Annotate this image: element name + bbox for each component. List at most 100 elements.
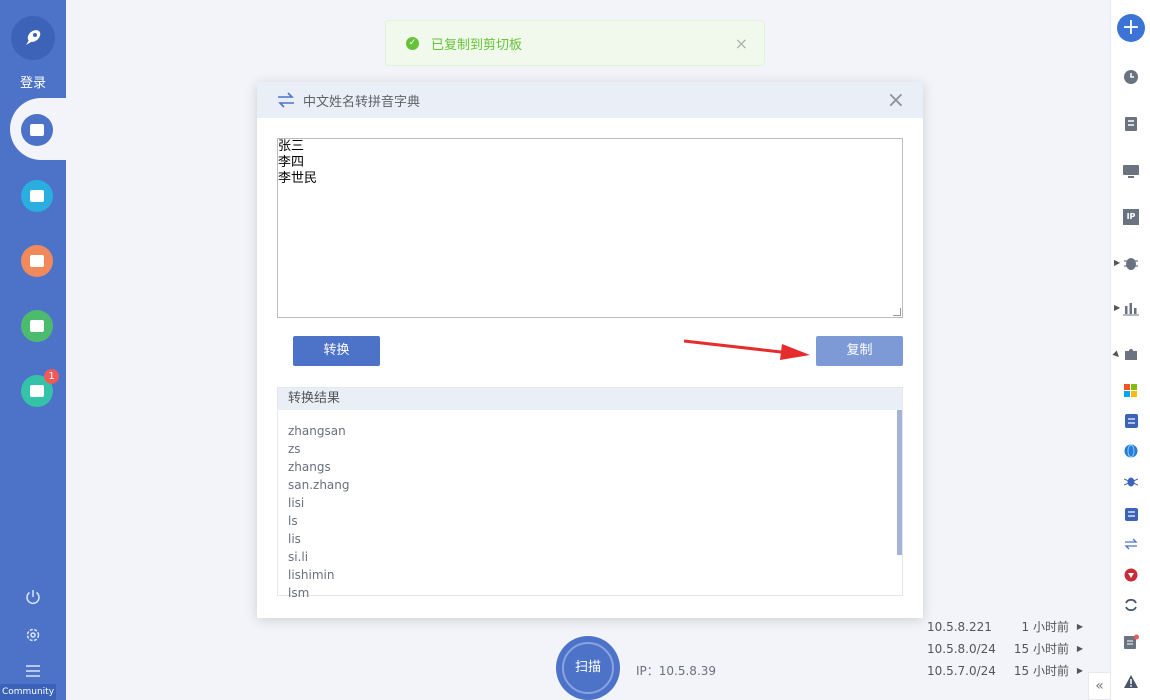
play-icon[interactable]: ▶ (1077, 616, 1083, 638)
refresh-icon (1125, 598, 1137, 612)
collapse-panel-button[interactable]: « (1088, 672, 1110, 700)
monitor-button[interactable] (1122, 162, 1140, 180)
doc-list-icon (1124, 414, 1138, 428)
server-icon (30, 124, 44, 136)
input-line: 李世民 (278, 171, 318, 186)
history-row[interactable]: 10.5.8.0/24 15 小时前 ▶ (927, 638, 1087, 660)
input-line: 张三 (278, 139, 305, 154)
windows-plugin[interactable] (1122, 382, 1140, 400)
dialog-header: 中文姓名转拼音字典 (257, 82, 923, 118)
nav-item-assets[interactable] (21, 180, 53, 212)
checklist-icon (1124, 507, 1138, 521)
right-toolbar: + IP ▶ ▶ ▶ (1110, 0, 1150, 700)
notification-badge: 1 (44, 369, 59, 384)
copy-button[interactable]: 复制 (816, 336, 903, 366)
nav-item-reports[interactable] (21, 310, 53, 342)
chart-icon (30, 320, 44, 332)
globe-icon (1124, 444, 1138, 458)
document-icon (1125, 117, 1137, 131)
swap-icon (1124, 538, 1138, 550)
power-icon (26, 590, 40, 605)
nav-item-plugins[interactable]: 1 (21, 369, 59, 407)
history-ip: 10.5.8.221 (927, 620, 992, 634)
play-icon[interactable]: ▶ (1077, 660, 1083, 682)
results-header: 转换结果 (278, 388, 902, 410)
nav-item-tasks[interactable] (21, 245, 53, 277)
results-panel: 转换结果 zhangsan zs zhangs san.zhang lisi l… (277, 387, 903, 600)
nav-item-home[interactable] (21, 114, 53, 146)
shield-icon (1124, 568, 1138, 582)
result-item: san.zhang (288, 478, 350, 492)
document-button[interactable] (1122, 115, 1140, 133)
alert-button[interactable] (1122, 672, 1140, 690)
scan-label: 扫描 (562, 642, 614, 694)
statistics-button[interactable] (1122, 299, 1140, 317)
result-item: ls (288, 514, 298, 528)
clock-icon (1124, 70, 1138, 84)
history-time: 1 小时前 (1021, 620, 1069, 634)
windows-icon (1124, 384, 1137, 397)
result-item: lishimin (288, 568, 335, 582)
swap-icon (278, 92, 294, 108)
toast-close-button[interactable]: × (735, 34, 748, 53)
convert-button[interactable]: 转换 (293, 336, 380, 366)
checklist-plugin[interactable] (1122, 505, 1140, 523)
scan-button[interactable]: 扫描 (556, 636, 620, 700)
result-item: zs (288, 442, 301, 456)
input-line: 李四 (278, 155, 305, 170)
chart-icon (1123, 303, 1139, 316)
gear-icon (26, 628, 40, 642)
resize-handle[interactable] (893, 308, 901, 316)
result-item: lsm (288, 586, 310, 600)
add-button[interactable]: + (1117, 14, 1145, 42)
result-item: lis (288, 532, 301, 546)
report-button[interactable] (1122, 633, 1140, 651)
results-list: zhangsan zs zhangs san.zhang lisi ls lis… (288, 422, 350, 602)
local-ip-label: IP：10.5.8.39 (636, 664, 717, 678)
check-circle-icon: ✓ (406, 36, 419, 50)
hamburger-icon (26, 665, 40, 677)
spider-plugin[interactable] (1122, 472, 1140, 490)
settings-button[interactable] (22, 624, 44, 646)
result-item: zhangs (288, 460, 331, 474)
report-icon (1124, 634, 1139, 649)
power-button[interactable] (22, 586, 44, 608)
scan-history: 10.5.8.221 1 小时前 ▶ 10.5.8.0/24 15 小时前 ▶ … (927, 616, 1087, 682)
refresh-plugin[interactable] (1122, 596, 1140, 614)
results-scrollbar[interactable] (897, 410, 902, 555)
success-toast: ✓ 已复制到剪切板 × (385, 20, 765, 66)
screen-icon (30, 255, 44, 267)
history-ip: 10.5.8.0/24 (927, 642, 996, 656)
dialog-close-button[interactable]: × (887, 88, 905, 113)
left-sidebar: 登录 1 Community (0, 0, 90, 700)
history-ip: 10.5.7.0/24 (927, 664, 996, 678)
login-link[interactable]: 登录 (0, 72, 66, 91)
expand-caret-icon[interactable]: ▶ (1114, 258, 1120, 267)
plugin-button[interactable] (1122, 345, 1140, 363)
rocket-icon (26, 30, 41, 45)
avatar[interactable] (11, 16, 55, 60)
result-item: lisi (288, 496, 305, 510)
history-button[interactable] (1122, 68, 1140, 86)
menu-button[interactable] (22, 660, 44, 682)
history-time: 15 小时前 (1013, 664, 1069, 678)
warning-icon (1124, 674, 1138, 688)
history-row[interactable]: 10.5.7.0/24 15 小时前 ▶ (927, 660, 1087, 682)
shield-plugin[interactable] (1122, 566, 1140, 584)
history-row[interactable]: 10.5.8.221 1 小时前 ▶ (927, 616, 1087, 638)
community-edition-label: Community (0, 684, 56, 700)
play-icon[interactable]: ▶ (1077, 638, 1083, 660)
doc-list-plugin[interactable] (1122, 412, 1140, 430)
ip-button[interactable]: IP (1122, 208, 1140, 226)
pinyin-dialog: 中文姓名转拼音字典 × 张三 李四 李世民 转换 复制 转换结果 zhangsa… (257, 82, 923, 618)
collapse-caret-icon[interactable]: ▶ (1112, 349, 1123, 360)
dialog-title: 中文姓名转拼音字典 (303, 94, 421, 110)
result-item: zhangsan (288, 424, 346, 438)
swap-plugin[interactable] (1122, 535, 1140, 553)
names-input[interactable]: 张三 李四 李世民 (277, 138, 903, 318)
ip-icon: IP (1123, 209, 1139, 225)
expand-caret-icon[interactable]: ▶ (1114, 303, 1120, 312)
bug-button[interactable] (1122, 254, 1140, 272)
spider-icon (1124, 477, 1138, 487)
globe-plugin[interactable] (1122, 442, 1140, 460)
